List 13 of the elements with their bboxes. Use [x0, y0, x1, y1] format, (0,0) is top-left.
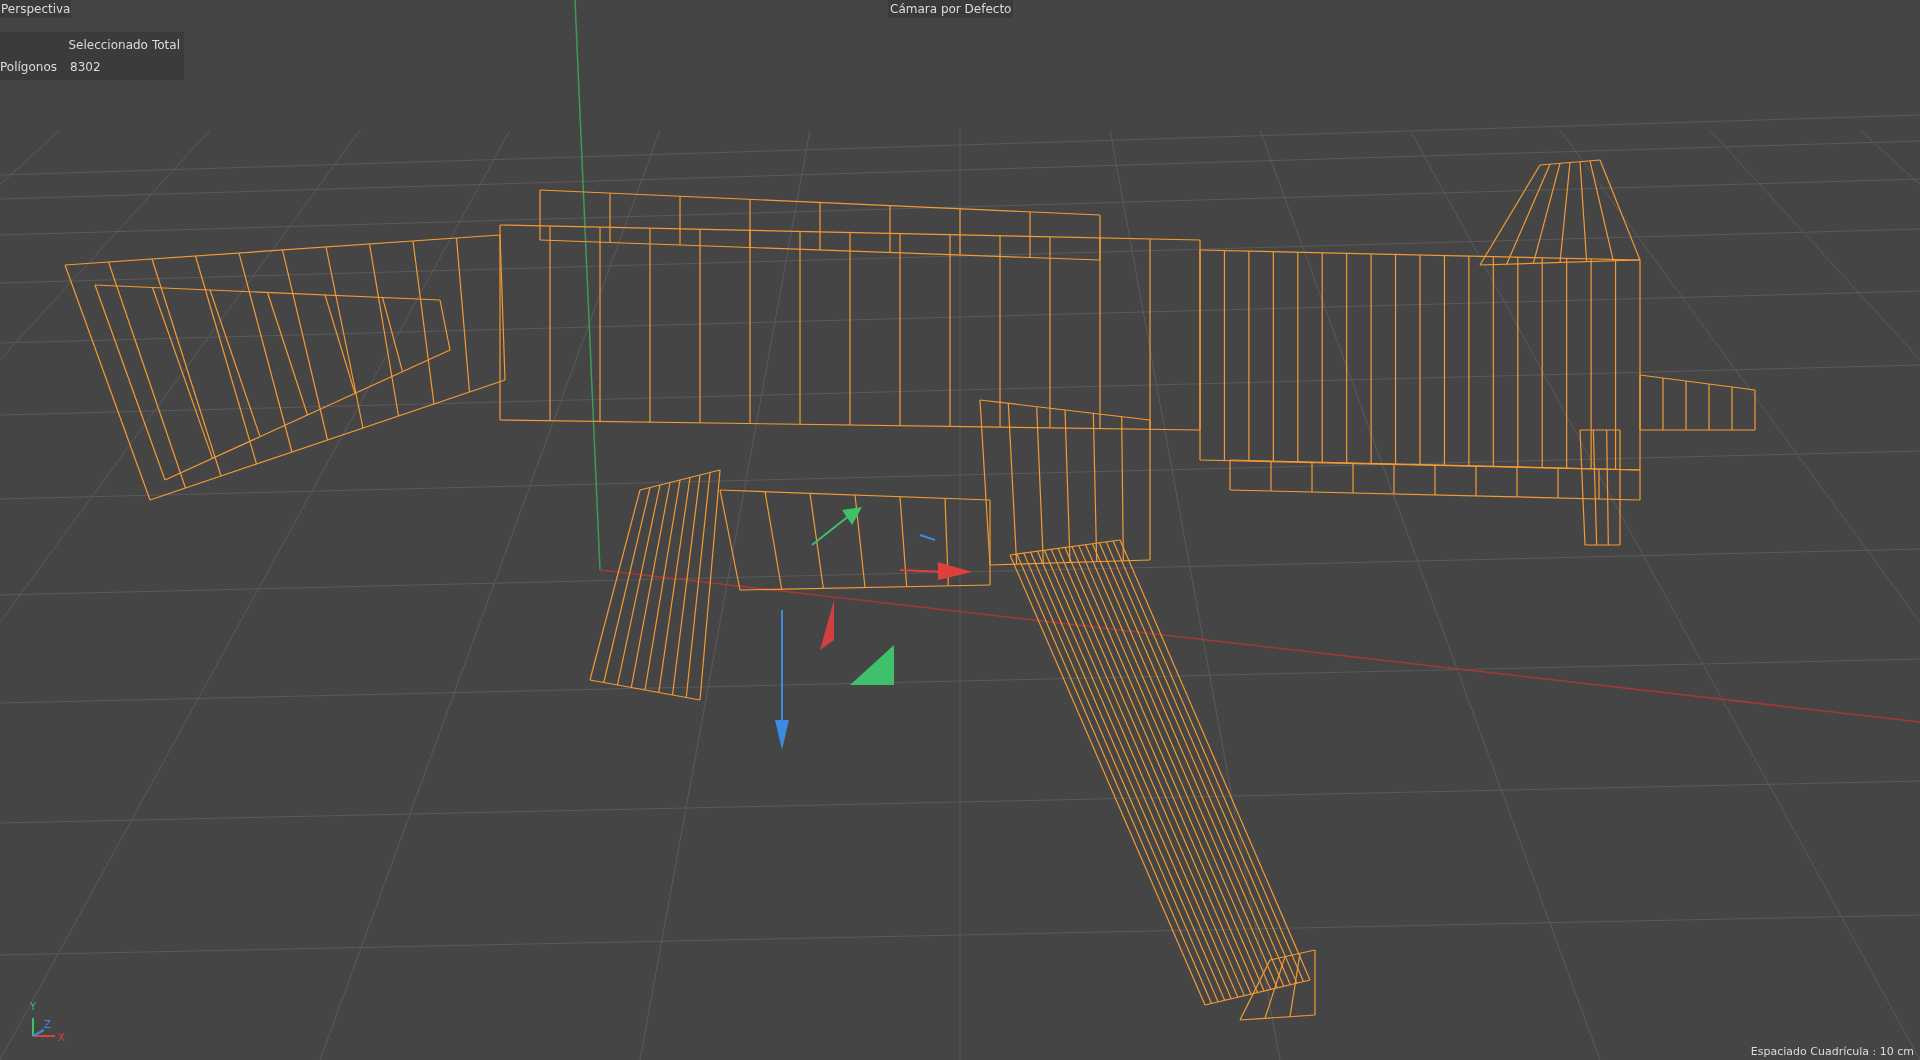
stat-label: Polígonos [0, 59, 58, 76]
move-gizmo-drawing[interactable] [775, 507, 972, 750]
axis-label: Z [44, 1018, 51, 1032]
axis-indicator-icon [32, 1017, 56, 1037]
axis-label: X [58, 1031, 65, 1045]
viewport[interactable]: Perspectiva Cámara por Defecto Seleccionado Total Polígonos 8302 Y Z X Espaciado Cuadrícula : 10 cm [0, 0, 1920, 1060]
view-name-label[interactable]: Perspectiva [0, 0, 72, 18]
column-header: Total [151, 37, 180, 54]
grid-spacing-label: Espaciado Cuadrícula : 10 cm [1750, 1045, 1914, 1059]
axis-label: Y [30, 1000, 37, 1014]
stat-value: 8302 [70, 59, 101, 76]
camera-label[interactable]: Cámara por Defecto [888, 0, 1014, 18]
column-header: Seleccionado [68, 37, 148, 54]
